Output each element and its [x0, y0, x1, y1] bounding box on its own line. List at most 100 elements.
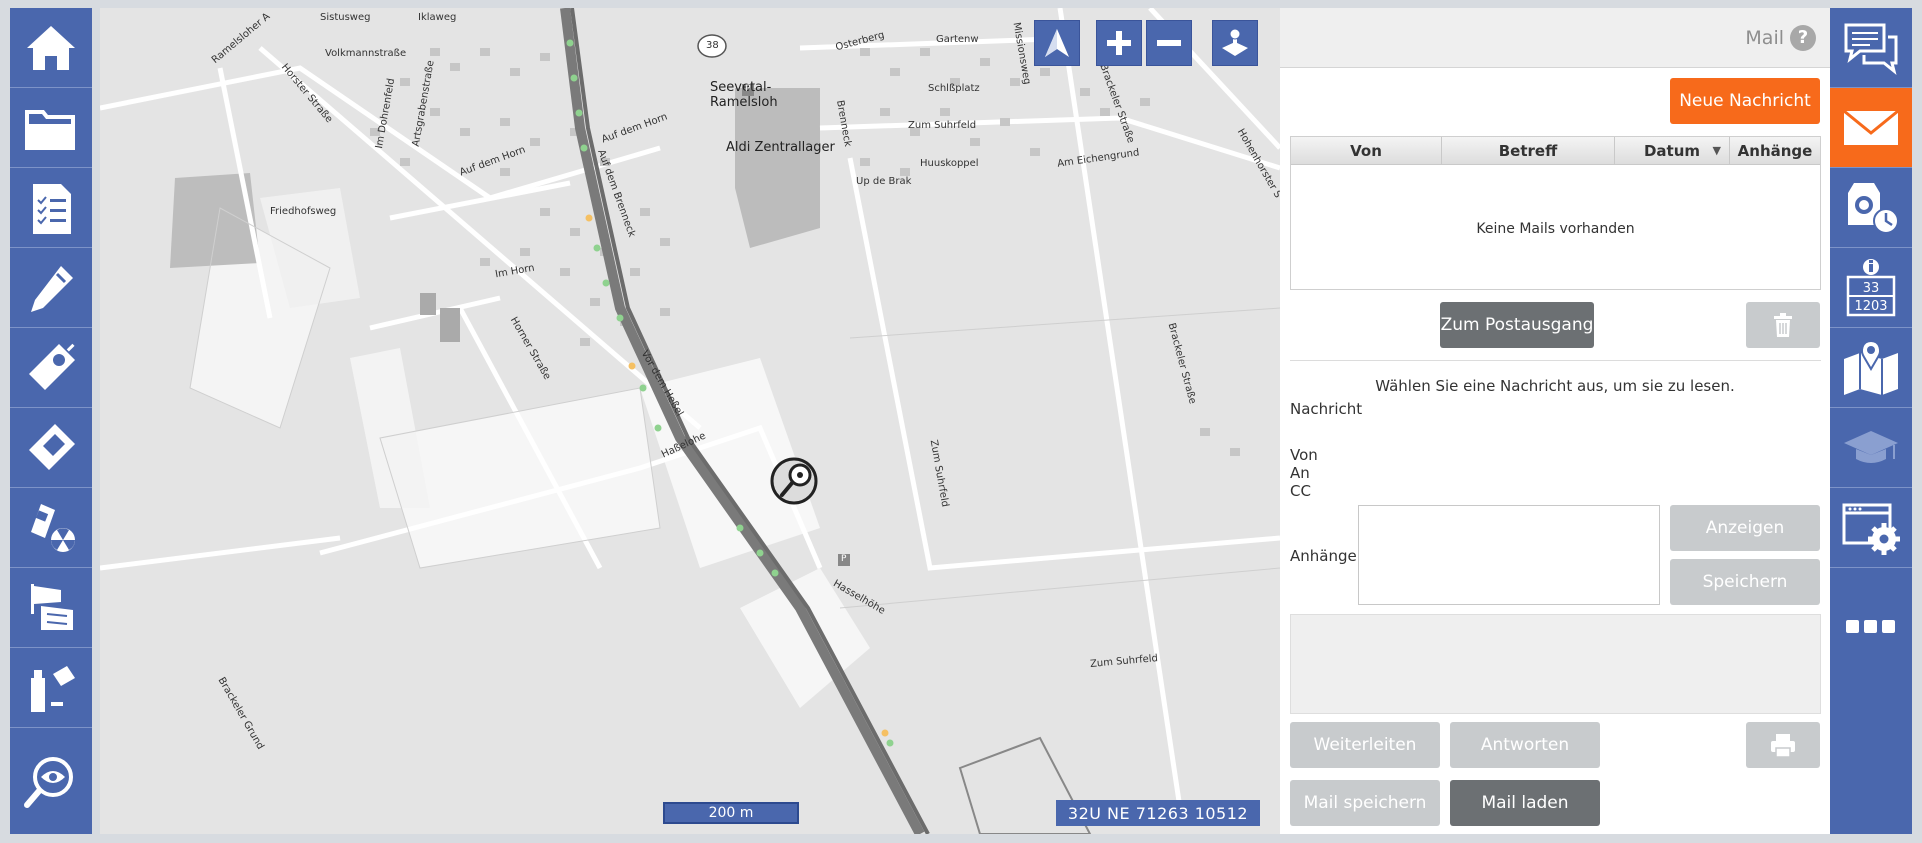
sidebar-item-chat[interactable]	[1830, 8, 1912, 88]
panel-title: Mail	[1745, 26, 1784, 49]
sidebar-item-breathing-apparatus[interactable]	[1830, 168, 1912, 248]
sidebar-item-more[interactable]	[1830, 568, 1912, 834]
sidebar-item-info-placard[interactable]: 33 1203	[1830, 248, 1912, 328]
breathing-apparatus-clock-icon	[1848, 182, 1899, 234]
sidebar-item-windsock[interactable]	[10, 568, 92, 648]
map-label-friedhofsweg: Friedhofsweg	[270, 206, 337, 217]
new-message-button[interactable]: Neue Nachricht	[1670, 78, 1820, 124]
reply-button[interactable]: Antworten	[1450, 722, 1600, 768]
label-von: Von	[1290, 446, 1318, 464]
sidebar-item-probe[interactable]	[10, 248, 92, 328]
map-label-up-de-brak: Up de Brak	[856, 176, 912, 187]
chat-bubbles-icon	[1844, 23, 1898, 75]
forward-button[interactable]: Weiterleiten	[1290, 722, 1440, 768]
folder-icon	[25, 109, 75, 150]
empty-mail-message: Keine Mails vorhanden	[1476, 221, 1635, 237]
windsock-icon	[31, 583, 73, 630]
print-button[interactable]	[1746, 722, 1820, 768]
probe-pen-icon	[31, 265, 73, 312]
label-cc: CC	[1290, 482, 1311, 500]
un-substance-number: 1203	[1854, 299, 1887, 314]
map-label-iklaweg: Iklaweg	[418, 12, 457, 23]
message-body[interactable]	[1290, 614, 1821, 714]
delete-button[interactable]	[1746, 302, 1820, 348]
column-header-betreff[interactable]: Betreff	[1442, 137, 1615, 164]
left-sidebar	[10, 8, 92, 834]
column-header-von[interactable]: Von	[1291, 137, 1442, 164]
sidebar-item-settings[interactable]	[1830, 488, 1912, 568]
load-mail-button[interactable]: Mail laden	[1450, 780, 1600, 826]
map-pin-icon	[1844, 339, 1898, 395]
zoom-in-button[interactable]	[1096, 20, 1142, 66]
dosimeter-radiation-icon	[31, 503, 75, 552]
zoom-in-icon	[1107, 31, 1131, 55]
map-label-zum-suhrfeld-top: Zum Suhrfeld	[908, 120, 977, 131]
select-message-hint: Wählen Sie eine Nachricht aus, um sie zu…	[1375, 377, 1735, 395]
to-outbox-button[interactable]: Zum Postausgang	[1440, 302, 1594, 348]
sidebar-item-chemicals[interactable]	[10, 648, 92, 728]
sidebar-item-mail[interactable]	[1830, 88, 1912, 168]
mail-icon	[1843, 109, 1899, 145]
chemical-bottles-icon	[31, 665, 75, 712]
mail-table: Von Betreff Datum ▼ Anhänge Keine Mails …	[1290, 136, 1821, 290]
settings-window-icon	[1842, 503, 1900, 555]
map-canvas	[100, 8, 1280, 834]
home-icon	[27, 25, 75, 70]
un-hazard-number: 33	[1863, 281, 1880, 296]
checklist-icon	[33, 183, 71, 234]
trash-icon	[1774, 313, 1792, 337]
map-label-gartenw: Gartenw	[936, 34, 979, 45]
sidebar-item-gas-detector[interactable]	[10, 328, 92, 408]
save-attachment-button[interactable]: Speichern	[1670, 559, 1820, 605]
sidebar-item-handheld[interactable]	[10, 408, 92, 488]
map-label-seevetal: Seevetal- Ramelsloh	[710, 80, 778, 110]
joystick-icon	[1222, 28, 1248, 56]
attachments-list[interactable]	[1358, 505, 1660, 605]
gas-detector-icon	[29, 343, 75, 390]
sidebar-item-home[interactable]	[10, 8, 92, 88]
map-label-route-38: 38	[706, 40, 719, 51]
column-header-anhaenge[interactable]: Anhänge	[1730, 137, 1820, 164]
mail-table-header: Von Betreff Datum ▼ Anhänge	[1291, 137, 1820, 165]
map-label-parking-1: P	[745, 84, 751, 94]
more-dots-icon	[1846, 620, 1895, 633]
graduation-cap-icon	[1844, 430, 1898, 463]
sidebar-item-training[interactable]	[1830, 408, 1912, 488]
sidebar-item-dosimeter[interactable]	[10, 488, 92, 568]
map-label-sistusweg: Sistusweg	[320, 12, 371, 23]
info-placard-icon: 33 1203	[1846, 258, 1896, 316]
map-label-parking-2: P	[841, 554, 847, 564]
column-header-datum-label: Datum	[1643, 141, 1701, 160]
column-header-datum[interactable]: Datum ▼	[1615, 137, 1730, 164]
map-label-schlossplatz: Schlßplatz	[928, 83, 980, 94]
right-sidebar: 33 1203	[1830, 8, 1912, 834]
save-mail-button[interactable]: Mail speichern	[1290, 780, 1440, 826]
label-anhaenge: Anhänge	[1290, 547, 1357, 565]
sidebar-item-folder[interactable]	[10, 88, 92, 168]
zoom-out-button[interactable]	[1146, 20, 1192, 66]
panel-header: Mail ?	[1280, 8, 1830, 68]
sidebar-item-map[interactable]	[1830, 328, 1912, 408]
panel-divider	[1290, 360, 1821, 361]
coordinate-readout: 32U NE 71263 10512	[1056, 800, 1260, 826]
sidebar-item-checklist[interactable]	[10, 168, 92, 248]
map-label-huuskoppel: Huuskoppel	[920, 158, 979, 169]
show-attachment-button[interactable]: Anzeigen	[1670, 505, 1820, 551]
joystick-button[interactable]	[1212, 20, 1258, 66]
label-an: An	[1290, 464, 1310, 482]
sort-down-icon: ▼	[1712, 144, 1721, 157]
zoom-out-icon	[1157, 40, 1181, 46]
map-label-aldi: Aldi Zentrallager	[726, 140, 835, 155]
scale-bar: 200 m	[663, 802, 799, 824]
search-eye-icon	[24, 757, 73, 808]
compass-north-icon	[1045, 29, 1069, 57]
label-nachricht: Nachricht	[1290, 400, 1363, 418]
handheld-device-icon	[29, 423, 75, 470]
compass-button[interactable]	[1034, 20, 1080, 66]
sidebar-item-search[interactable]	[10, 728, 92, 834]
mail-panel: Mail ? Neue Nachricht Von Betreff Datum …	[1280, 8, 1830, 834]
map-label-volkmannstrasse: Volkmannstraße	[325, 48, 407, 59]
help-icon[interactable]: ?	[1790, 24, 1816, 51]
map-view[interactable]: Sistusweg Iklaweg Volkmannstraße Ramelsl…	[100, 8, 1280, 834]
printer-icon	[1771, 734, 1795, 758]
